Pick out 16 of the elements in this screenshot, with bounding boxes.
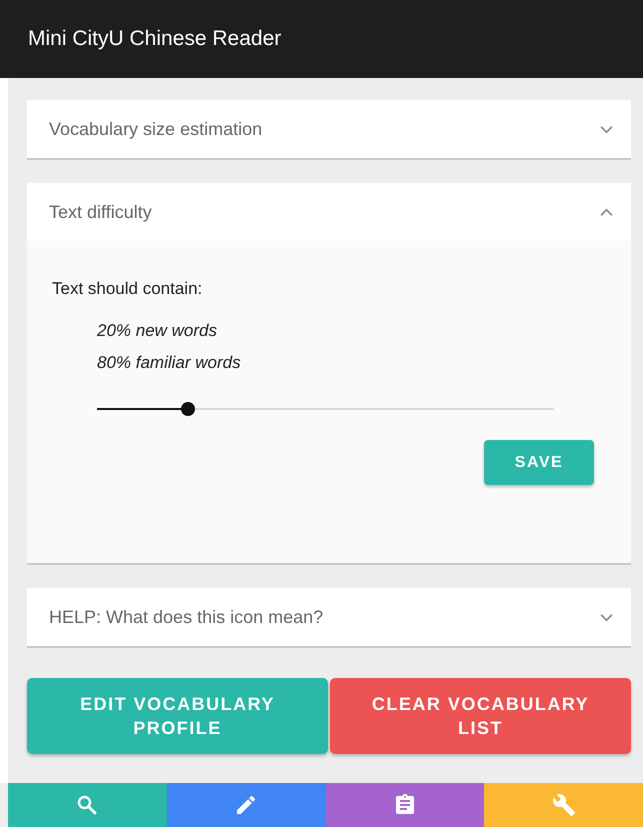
panel-header[interactable]: Text difficulty (27, 183, 631, 241)
ratio-text: 80% familiar words (97, 353, 241, 373)
panel-header[interactable]: HELP: What does this icon mean? (27, 588, 631, 646)
ratio-text: 20% new words (97, 321, 218, 341)
difficulty-slider[interactable] (97, 402, 554, 416)
search-icon (75, 793, 100, 817)
nav-tab[interactable] (484, 783, 643, 827)
chevron-icon (600, 124, 613, 134)
nav-tab[interactable] (326, 783, 484, 827)
chevron-icon (600, 208, 613, 216)
panel-header[interactable]: Vocabulary size estimation (27, 100, 631, 158)
wrench-icon (552, 793, 576, 817)
action-button[interactable]: CLEAR VOCABULARY LIST (330, 678, 631, 754)
app-title: Mini CityU Chinese Reader (28, 27, 282, 51)
section-label: Text should contain: (52, 279, 202, 299)
chevron-icon (600, 612, 613, 622)
